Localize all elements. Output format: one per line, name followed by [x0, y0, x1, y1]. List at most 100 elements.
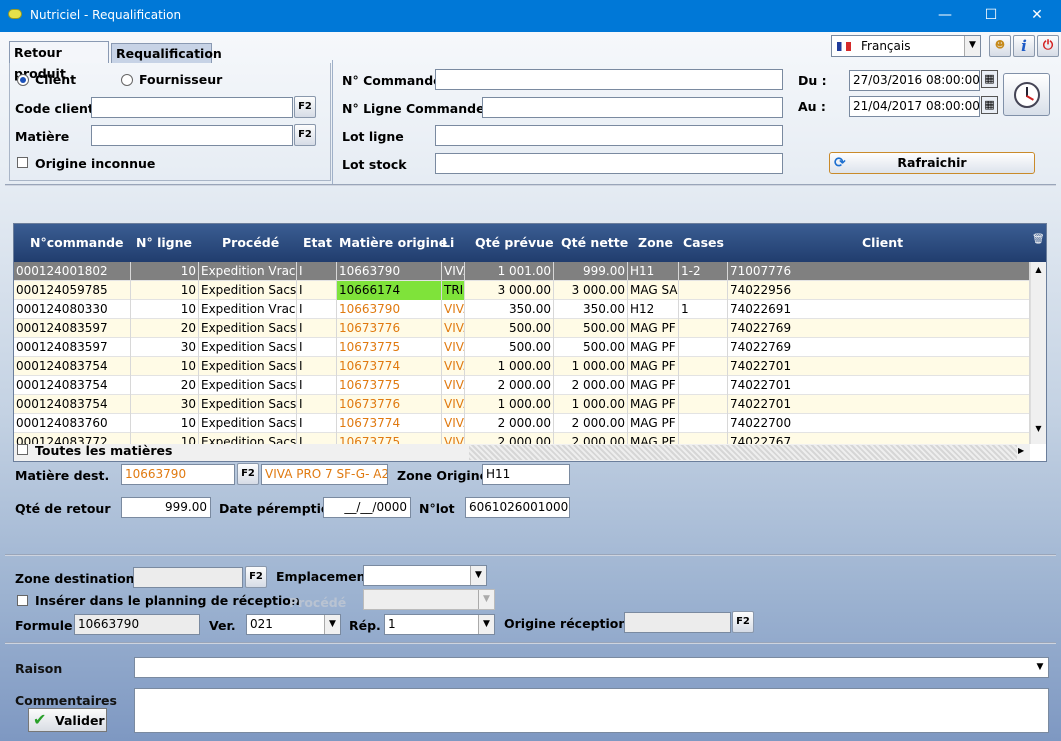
table-cell: 3 000.00: [465, 281, 554, 300]
column-header[interactable]: Qté prévue: [475, 235, 554, 250]
to-date-input[interactable]: 21/04/2017 08:00:00: [849, 96, 980, 117]
refresh-button[interactable]: ⟳ Rafraichir: [829, 152, 1035, 174]
column-header[interactable]: Procédé: [222, 235, 279, 250]
trash-icon[interactable]: 🗑: [1032, 234, 1045, 245]
table-row[interactable]: 000124059785 10 Expedition Sacs I 10666174 TR…: [14, 281, 1030, 300]
material-f2-button[interactable]: F2: [294, 124, 316, 146]
table-row[interactable]: 000124080330 10 Expedition Vrac I 10663790 VI…: [14, 300, 1030, 319]
table-cell: 1-2: [679, 262, 728, 281]
process-label: Procédé: [289, 595, 347, 610]
process-select[interactable]: ▼: [363, 589, 495, 610]
info-icon[interactable]: i: [1013, 35, 1035, 57]
expiry-input[interactable]: __/__/0000: [323, 497, 411, 518]
lot-stock-input[interactable]: [435, 153, 783, 174]
column-header[interactable]: Li: [442, 235, 454, 250]
rep-select[interactable]: 1 ▼: [384, 614, 495, 635]
table-row[interactable]: 000124083597 30 Expedition Sacs I 10673775 VI…: [14, 338, 1030, 357]
column-header[interactable]: Client: [862, 235, 903, 250]
expiry-label: Date péremption: [219, 501, 339, 516]
zone-origin-input[interactable]: H11: [482, 464, 570, 485]
return-qty-input[interactable]: 999.00: [121, 497, 211, 518]
column-header[interactable]: Zone: [638, 235, 673, 250]
table-cell: [679, 319, 728, 338]
column-header[interactable]: N°commande: [30, 235, 124, 250]
table-cell: 10: [131, 357, 199, 376]
calendar-icon[interactable]: ▦: [981, 96, 998, 114]
validate-button[interactable]: ✔ Valider: [28, 708, 107, 732]
calendar-icon[interactable]: ▦: [981, 70, 998, 88]
return-qty-label: Qté de retour: [15, 501, 111, 516]
dest-material-input[interactable]: 10663790: [121, 464, 235, 485]
table-cell: Expedition Sacs: [199, 395, 297, 414]
tab-retour-produit[interactable]: Retour produit: [9, 41, 109, 81]
table-cell: MAG PF: [628, 414, 679, 433]
supplier-radio[interactable]: [121, 74, 133, 86]
column-header[interactable]: N° ligne: [136, 235, 192, 250]
order-line-input[interactable]: [482, 97, 783, 118]
table-cell: 1 000.00: [554, 357, 628, 376]
zone-dest-f2-button[interactable]: F2: [245, 566, 267, 588]
orders-grid[interactable]: N°commande N° ligne Procédé Etat Matière…: [13, 223, 1047, 462]
dest-material-f2-button[interactable]: F2: [237, 463, 259, 485]
table-cell: 74022701: [728, 357, 1030, 376]
code-client-f2-button[interactable]: F2: [294, 96, 316, 118]
client-radio[interactable]: [17, 74, 29, 86]
chevron-down-icon: ▼: [324, 615, 340, 634]
version-select[interactable]: 021 ▼: [246, 614, 341, 635]
chevron-down-icon: ▼: [470, 566, 486, 585]
close-button[interactable]: ✕: [1014, 0, 1060, 32]
lot-line-input[interactable]: [435, 125, 783, 146]
vertical-scrollbar[interactable]: ▲ ▼: [1030, 262, 1046, 444]
lot-stock-label: Lot stock: [342, 157, 407, 172]
table-row[interactable]: 000124083597 20 Expedition Sacs I 10673776 VI…: [14, 319, 1030, 338]
formula-input[interactable]: 10663790: [74, 614, 200, 635]
zone-dest-input[interactable]: [133, 567, 243, 588]
comments-textarea[interactable]: [134, 688, 1049, 733]
lot-input[interactable]: 60610260010001: [465, 497, 570, 518]
column-header[interactable]: Cases: [683, 235, 724, 250]
code-client-input[interactable]: [91, 97, 293, 118]
table-row[interactable]: 000124083754 20 Expedition Sacs I 10673775 VI…: [14, 376, 1030, 395]
users-icon[interactable]: ☻: [989, 35, 1011, 57]
power-icon[interactable]: ⏻: [1037, 35, 1059, 57]
table-cell: Expedition Sacs: [199, 376, 297, 395]
from-date-input[interactable]: 27/03/2016 08:00:00: [849, 70, 980, 91]
table-cell: 10673776: [337, 395, 442, 414]
table-cell: 500.00: [554, 319, 628, 338]
table-cell: 74022701: [728, 376, 1030, 395]
order-no-input[interactable]: [435, 69, 783, 90]
table-row[interactable]: 000124083754 10 Expedition Sacs I 10673774 VI…: [14, 357, 1030, 376]
reception-origin-f2-button[interactable]: F2: [732, 611, 754, 633]
main-content: Retour produit Requalification Français …: [0, 32, 1061, 741]
column-header[interactable]: Qté nette: [561, 235, 628, 250]
table-cell: 74022769: [728, 338, 1030, 357]
clock-button[interactable]: [1003, 73, 1050, 116]
tab-requalification[interactable]: Requalification: [111, 43, 222, 63]
column-header[interactable]: Etat: [303, 235, 332, 250]
table-row[interactable]: 000124083760 10 Expedition Sacs I 10673774 VI…: [14, 414, 1030, 433]
dest-material-name: VIVA PRO 7 SF-G- A25: [261, 464, 388, 485]
table-cell: 74022769: [728, 319, 1030, 338]
lot-label: N°lot: [419, 501, 455, 516]
table-cell: I: [297, 433, 337, 444]
table-row[interactable]: 000124083754 30 Expedition Sacs I 10673776 VI…: [14, 395, 1030, 414]
column-header[interactable]: Matière origine: [339, 235, 447, 250]
insert-planning-label: Insérer dans le planning de réception: [35, 593, 300, 608]
table-cell: 74022767: [728, 433, 1030, 444]
maximize-button[interactable]: ☐: [968, 0, 1014, 32]
table-cell: 000124083760: [14, 414, 131, 433]
table-row-selected[interactable]: 000124001802 10 Expedition Vrac I 10663790 VI…: [14, 262, 1030, 281]
insert-planning-checkbox[interactable]: [17, 595, 28, 606]
grid-body: 000124001802 10 Expedition Vrac I 10663790 VI…: [14, 262, 1030, 444]
reason-select[interactable]: ▼: [134, 657, 1049, 678]
scroll-thumb[interactable]: [469, 445, 1017, 460]
table-cell: 1 000.00: [554, 395, 628, 414]
minimize-button[interactable]: —: [922, 0, 968, 32]
language-select[interactable]: Français ▼: [831, 35, 981, 57]
material-input[interactable]: [91, 125, 293, 146]
reception-origin-input[interactable]: [624, 612, 731, 633]
all-materials-checkbox[interactable]: [17, 444, 28, 455]
location-select[interactable]: ▼: [363, 565, 487, 586]
unknown-origin-checkbox[interactable]: [17, 157, 28, 168]
table-cell: I: [297, 395, 337, 414]
